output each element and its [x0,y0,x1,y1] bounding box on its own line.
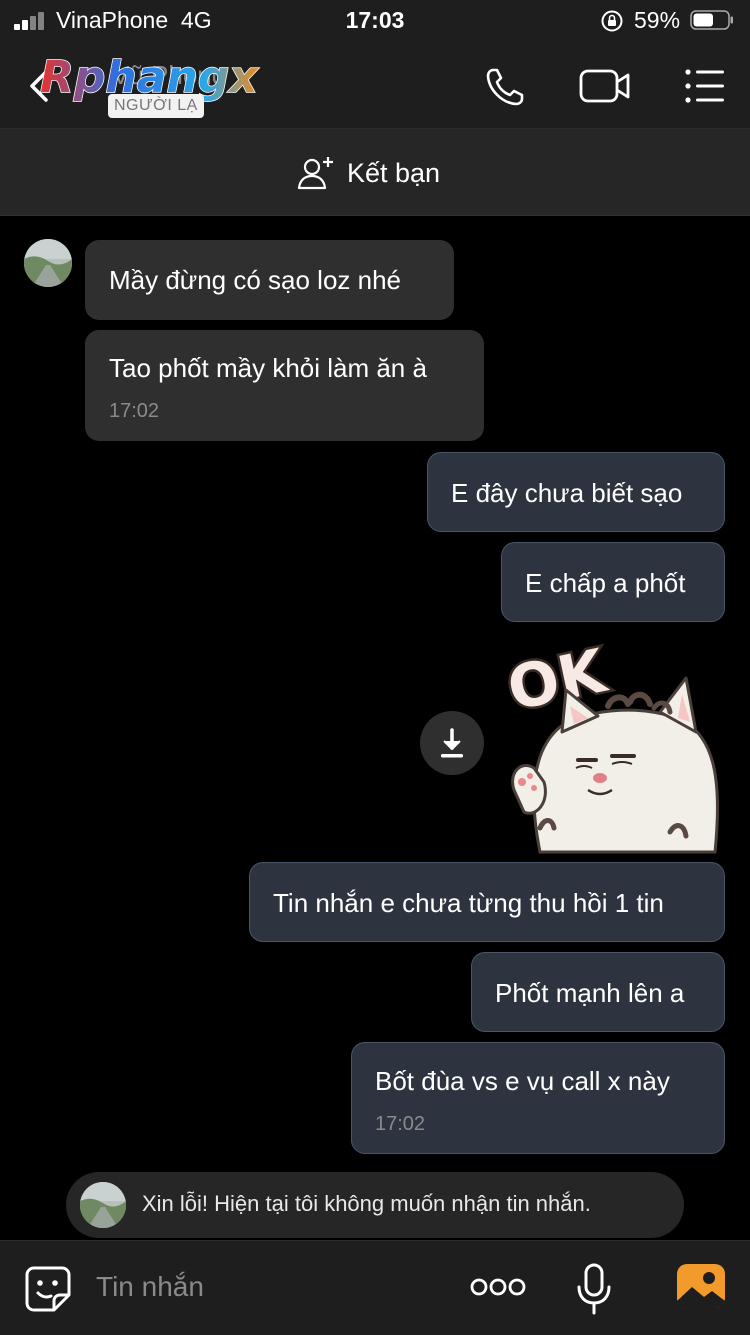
add-friend-icon [297,157,333,190]
message-bubble[interactable]: Bốt đùa vs e vụ call x này 17:02 [351,1042,725,1154]
message-input-bar: Tin nhắn [0,1240,750,1335]
rotation-lock-icon [601,10,623,32]
message-input[interactable]: Tin nhắn [96,1271,204,1303]
message-bubble[interactable]: E đây chưa biết sạo [427,452,725,532]
message-bubble[interactable]: Tao phốt mầy khỏi làm ăn à 17:02 [85,330,484,441]
battery-percent: 59% [634,7,681,33]
message-bubble[interactable]: E chấp a phốt [501,542,725,622]
chat-header: Vũ Phong Rphangx NGƯỜI LẠ [0,42,750,129]
phone-icon[interactable] [484,66,526,108]
message-time: 17:02 [375,1113,426,1135]
notice-text: Xin lỗi! Hiện tại tôi không muốn nhận ti… [142,1191,591,1216]
image-icon[interactable] [676,1263,726,1309]
stranger-badge: NGƯỜI LẠ [108,94,204,118]
message-bubble[interactable]: Mầy đừng có sạo loz nhé [85,240,454,320]
auto-reply-notice: Xin lỗi! Hiện tại tôi không muốn nhận ti… [66,1172,684,1238]
more-icon[interactable] [470,1275,526,1299]
add-friend-bar[interactable]: Kết bạn [0,129,750,216]
microphone-icon[interactable] [576,1263,612,1315]
video-call-icon[interactable] [578,66,632,106]
message-text: Tao phốt mầy khỏi làm ăn à [109,353,427,383]
message-text: Mầy đừng có sạo loz nhé [109,265,402,295]
message-time: 17:02 [109,400,160,422]
message-text: Phốt mạnh lên a [495,978,685,1008]
message-text: Bốt đùa vs e vụ call x này [375,1066,670,1096]
message-text: Tin nhắn e chưa từng thu hồi 1 tin [273,888,664,918]
battery-icon [690,10,733,30]
menu-icon[interactable] [684,66,726,106]
cat-sticker[interactable]: OK [500,632,730,856]
add-friend-label: Kết bạn [347,157,441,188]
contact-avatar [80,1182,126,1228]
message-text: E chấp a phốt [525,568,686,598]
sticker-icon[interactable] [24,1265,72,1313]
contact-avatar[interactable] [24,239,72,287]
message-bubble[interactable]: Tin nhắn e chưa từng thu hồi 1 tin [249,862,725,942]
message-bubble[interactable]: Phốt mạnh lên a [471,952,725,1032]
add-friend-button[interactable]: Kết bạn [297,155,440,191]
message-text: E đây chưa biết sạo [451,478,683,508]
download-icon [441,728,463,758]
download-button[interactable] [420,711,484,775]
status-bar: VinaPhone 4G 17:03 59% [0,0,750,42]
